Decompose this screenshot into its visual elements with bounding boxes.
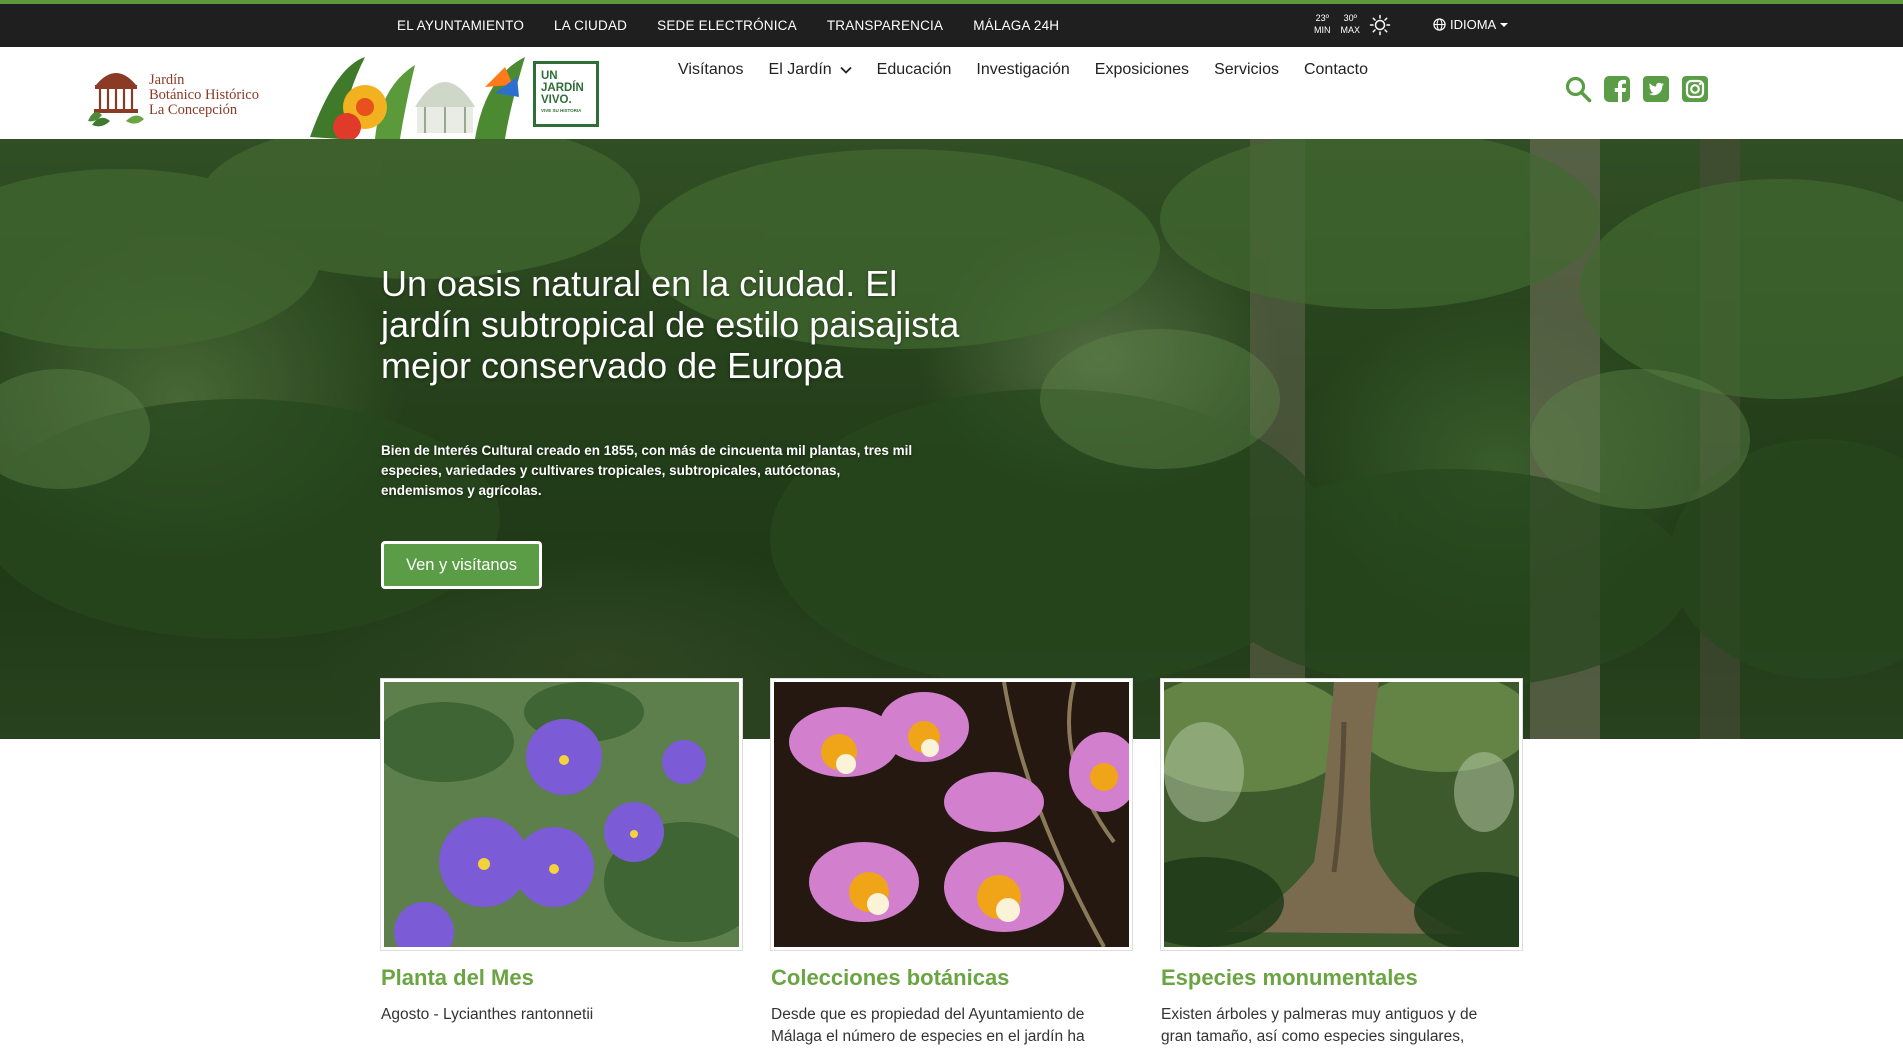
nav-el-jardin-label: El Jardín (768, 61, 832, 78)
card-image-especies-monumentales[interactable] (1161, 679, 1522, 950)
card-title-planta-del-mes[interactable]: Planta del Mes (381, 965, 742, 991)
card-text-planta-del-mes: Agosto - Lycianthes rantonnetii (381, 1006, 594, 1023)
top-link-malaga-24h[interactable]: MÁLAGA 24H (973, 18, 1059, 33)
nav-exposiciones-label: Exposiciones (1094, 61, 1190, 78)
hero-title: Un oasis natural en la ciudad. El jardín… (381, 263, 960, 386)
hero-banner: Un oasis natural en la ciudad. El jardín… (0, 139, 1903, 739)
language-label: IDIOMA (1450, 17, 1497, 32)
card-image-planta-del-mes[interactable] (381, 679, 742, 950)
search-icon[interactable] (1564, 75, 1592, 103)
temp-min-label: MIN (1314, 25, 1331, 35)
visit-button[interactable]: Ven y visítanos (381, 541, 542, 589)
nav-exposiciones[interactable]: Exposiciones (1095, 61, 1189, 79)
hero-subtitle: Bien de Interés Cultural creado en 1855,… (381, 443, 913, 498)
nav-contacto[interactable]: Contacto (1304, 61, 1368, 79)
caret-down-icon (1500, 22, 1509, 27)
temp-max: 30º MAX (1341, 12, 1361, 36)
temp-max-value: 30º (1343, 13, 1357, 23)
nav-el-jardin[interactable]: El Jardín (769, 61, 852, 79)
site-header: Jardín Botánico Histórico La Concepción … (0, 47, 1903, 139)
weather-widget: 23º MIN 30º MAX (1314, 12, 1360, 36)
card-colecciones-botanicas[interactable]: Colecciones botánicas Desde que es propi… (771, 679, 1132, 1048)
promo-slogan-box: UN JARDÍN VIVO. VIVE SU HISTORIA (533, 61, 599, 127)
card-image-colecciones-botanicas[interactable] (771, 679, 1132, 950)
nav-educacion[interactable]: Educación (877, 61, 952, 79)
top-nav: EL AYUNTAMIENTO LA CIUDAD SEDE ELECTRÓNI… (397, 4, 1059, 47)
twitter-icon[interactable] (1642, 75, 1670, 103)
language-selector[interactable]: IDIOMA (1433, 17, 1509, 32)
monumental-tree-image (1164, 682, 1519, 947)
header-actions (1564, 75, 1709, 103)
card-title-colecciones-botanicas[interactable]: Colecciones botánicas (771, 965, 1132, 991)
nav-servicios[interactable]: Servicios (1214, 61, 1279, 79)
card-planta-del-mes[interactable]: Planta del Mes Agosto - Lycianthes ranto… (381, 679, 742, 1026)
nav-investigacion-label: Investigación (976, 61, 1070, 78)
nav-educacion-label: Educación (876, 61, 952, 78)
nav-servicios-label: Servicios (1214, 61, 1279, 78)
nav-visitanos-label: Visítanos (678, 61, 744, 78)
main-nav: Visítanos El Jardín Educación Investigac… (678, 61, 1368, 79)
top-link-ciudad[interactable]: LA CIUDAD (554, 18, 627, 33)
nav-contacto-label: Contacto (1303, 61, 1369, 78)
sun-icon (1369, 14, 1391, 36)
card-text-colecciones-botanicas: Desde que es propiedad del Ayuntamiento … (771, 1006, 1085, 1045)
orchid-image (774, 682, 1129, 947)
promo-line-3: VIVO. (541, 94, 572, 106)
temp-min-value: 23º (1315, 13, 1329, 23)
card-text-especies-monumentales: Existen árboles y palmeras muy antiguos … (1161, 1006, 1478, 1045)
globe-icon (1433, 18, 1446, 31)
site-logo[interactable]: Jardín Botánico Histórico La Concepción (86, 63, 286, 127)
chevron-down-icon (840, 66, 852, 74)
top-utility-bar: EL AYUNTAMIENTO LA CIUDAD SEDE ELECTRÓNI… (0, 0, 1903, 47)
promo-line-2: JARDÍN (541, 82, 584, 94)
logo-line-2: Botánico Histórico (149, 87, 259, 103)
instagram-icon[interactable] (1681, 75, 1709, 103)
card-title-especies-monumentales[interactable]: Especies monumentales (1161, 965, 1522, 991)
promo-tagline: VIVE SU HISTORIA (541, 108, 582, 113)
top-link-sede-electronica[interactable]: SEDE ELECTRÓNICA (657, 18, 797, 33)
top-link-ayuntamiento[interactable]: EL AYUNTAMIENTO (397, 18, 524, 33)
logo-line-3: La Concepción (149, 102, 238, 118)
logo-line-1: Jardín (149, 72, 185, 88)
hero-jungle-image (0, 139, 1903, 739)
promo-line-1: UN (541, 70, 558, 82)
nav-investigacion[interactable]: Investigación (976, 61, 1069, 79)
temp-max-label: MAX (1340, 25, 1361, 35)
card-especies-monumentales[interactable]: Especies monumentales Existen árboles y … (1161, 679, 1522, 1048)
gazebo-logo-icon (88, 73, 144, 127)
temp-min: 23º MIN (1314, 12, 1331, 36)
purple-flowers-image (384, 682, 739, 947)
facebook-icon[interactable] (1603, 75, 1631, 103)
nav-visitanos[interactable]: Visítanos (678, 61, 744, 79)
logo-text: Jardín Botánico Histórico La Concepción (149, 73, 259, 118)
promo-banner[interactable]: UN JARDÍN VIVO. VIVE SU HISTORIA (305, 47, 601, 139)
top-link-transparencia[interactable]: TRANSPARENCIA (827, 18, 943, 33)
